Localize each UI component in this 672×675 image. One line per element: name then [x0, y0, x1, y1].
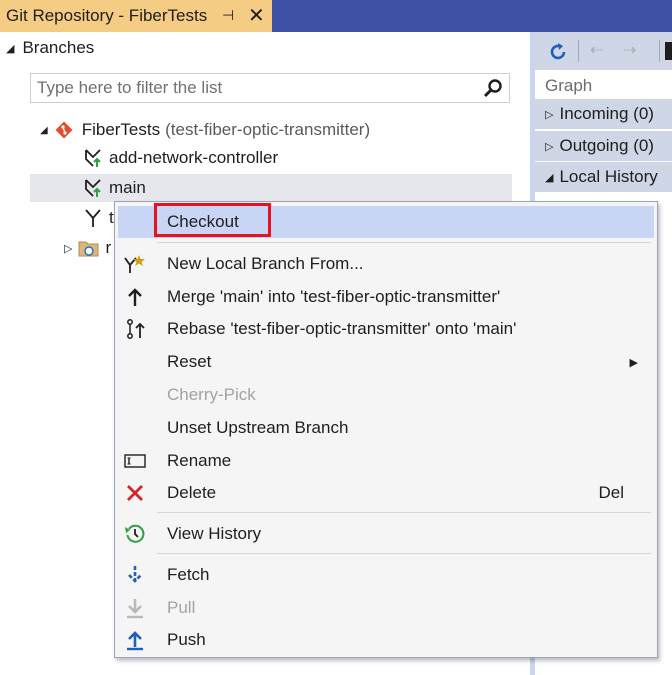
incoming-section[interactable]: ▷ Incoming (0) — [535, 99, 672, 129]
branch-item[interactable]: add-network-controller — [82, 144, 278, 172]
outgoing-section[interactable]: ▷ Outgoing (0) — [535, 131, 672, 161]
menu-item-reset[interactable]: Reset ▶ — [118, 346, 654, 378]
branches-title: Branches — [22, 38, 95, 57]
filter-input[interactable] — [31, 74, 483, 102]
remotes-label: r — [105, 238, 112, 257]
close-icon[interactable]: ✕ — [248, 3, 265, 28]
merge-icon — [124, 286, 146, 308]
menu-item-label: Rebase 'test-fiber-optic-transmitter' on… — [167, 319, 517, 338]
menu-item-merge[interactable]: Merge 'main' into 'test-fiber-optic-tran… — [118, 281, 654, 313]
rebase-icon — [124, 318, 146, 340]
menu-item-cherry-pick[interactable]: Cherry-Pick — [118, 379, 654, 411]
menu-item-view-history[interactable]: View History — [118, 518, 654, 550]
menu-item-label: New Local Branch From... — [167, 254, 364, 273]
outgoing-label: Outgoing (0) — [559, 136, 654, 155]
delete-icon — [124, 482, 146, 504]
tab-title: Git Repository - FiberTests — [6, 6, 208, 25]
menu-separator — [157, 242, 651, 243]
context-menu: Checkout New Local Branch From... Merge … — [114, 201, 658, 658]
local-history-label: Local History — [559, 167, 658, 186]
filter-box[interactable] — [30, 73, 510, 103]
branch-label: main — [109, 178, 146, 197]
collapse-arrow-icon[interactable]: ◢ — [545, 171, 553, 184]
new-branch-icon — [124, 253, 146, 275]
menu-item-label: Rename — [167, 451, 232, 470]
pin-icon[interactable]: ⊣ — [222, 7, 234, 24]
incoming-label: Incoming (0) — [559, 104, 654, 123]
branch-icon — [82, 147, 104, 169]
menu-item-rebase[interactable]: Rebase 'test-fiber-optic-transmitter' on… — [118, 313, 654, 345]
remote-folder-icon — [78, 238, 100, 258]
menu-item-label: Push — [167, 630, 206, 649]
branch-icon — [82, 177, 104, 199]
menu-item-label: Delete — [167, 483, 217, 502]
fetch-icon — [124, 564, 146, 586]
menu-item-rename[interactable]: Rename — [118, 445, 654, 477]
menu-item-label: View History — [167, 524, 262, 543]
menu-separator — [157, 553, 651, 554]
title-bar: Git Repository - FiberTests ⊣ ✕ — [0, 0, 672, 32]
document-tab[interactable]: Git Repository - FiberTests ⊣ ✕ — [0, 0, 272, 32]
next-icon[interactable]: ⇢ — [623, 40, 636, 60]
branch-icon — [82, 207, 104, 229]
more-icon[interactable] — [665, 42, 672, 60]
refresh-icon[interactable] — [547, 41, 569, 68]
graph-column-header: Graph — [545, 76, 593, 95]
history-toolbar: ⇠ ⇢ — [535, 32, 672, 70]
menu-item-label: Fetch — [167, 565, 210, 584]
menu-item-delete[interactable]: Delete Del — [118, 477, 654, 509]
menu-item-push[interactable]: Push — [118, 624, 654, 656]
remotes-node[interactable]: ▷ r — [64, 234, 111, 262]
menu-item-fetch[interactable]: Fetch — [118, 559, 654, 591]
repo-current-branch: (test-fiber-optic-transmitter) — [165, 120, 371, 139]
pull-icon — [124, 597, 146, 619]
git-repo-icon — [54, 120, 74, 140]
menu-item-label: Reset — [167, 352, 212, 371]
menu-item-label: Merge 'main' into 'test-fiber-optic-tran… — [167, 287, 501, 306]
previous-icon[interactable]: ⇠ — [590, 40, 603, 60]
push-icon — [124, 629, 146, 651]
menu-item-label: Cherry-Pick — [167, 385, 256, 404]
expand-arrow-icon[interactable]: ▷ — [545, 108, 553, 121]
menu-item-label: Unset Upstream Branch — [167, 418, 349, 437]
expand-arrow-icon[interactable]: ▷ — [64, 242, 72, 255]
repo-node[interactable]: ◢ FiberTests (test-fiber-optic-transmitt… — [40, 116, 370, 144]
shortcut-label: Del — [598, 483, 624, 502]
branch-label: add-network-controller — [109, 148, 279, 167]
menu-item-label: Checkout — [167, 212, 239, 231]
menu-item-pull[interactable]: Pull — [118, 592, 654, 624]
expand-arrow-icon[interactable]: ▷ — [545, 140, 553, 153]
local-history-section[interactable]: ◢ Local History — [535, 162, 672, 192]
menu-separator — [157, 512, 651, 513]
repo-name: FiberTests — [81, 120, 161, 139]
history-icon — [124, 523, 146, 545]
branch-item-selected[interactable]: main — [30, 174, 512, 202]
collapse-arrow-icon[interactable]: ◢ — [40, 125, 48, 136]
menu-item-new-local-branch[interactable]: New Local Branch From... — [118, 248, 654, 280]
menu-item-label: Pull — [167, 598, 196, 617]
submenu-arrow-icon: ▶ — [629, 356, 638, 369]
menu-item-checkout[interactable]: Checkout — [118, 203, 654, 238]
rename-icon — [124, 450, 146, 472]
search-icon[interactable] — [483, 78, 503, 103]
branches-header[interactable]: ◢ Branches — [6, 38, 94, 58]
menu-item-unset-upstream[interactable]: Unset Upstream Branch — [118, 412, 654, 444]
collapse-arrow-icon[interactable]: ◢ — [6, 42, 14, 55]
branch-item[interactable]: t — [82, 204, 114, 232]
